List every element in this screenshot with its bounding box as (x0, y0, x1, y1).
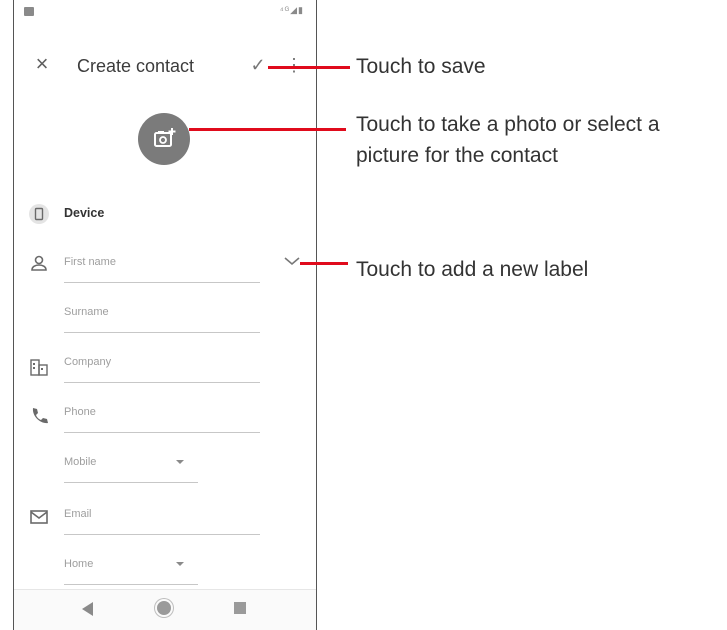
dropdown-arrow-icon (176, 460, 184, 464)
email-icon (30, 510, 48, 524)
company-field[interactable]: Company (64, 348, 260, 383)
photo-callout-line (189, 128, 346, 131)
phone-type-value: Mobile (64, 456, 97, 468)
home-icon[interactable] (157, 601, 171, 615)
phone-type-select[interactable]: Mobile (64, 448, 198, 483)
email-type-select[interactable]: Home (64, 550, 198, 585)
email-type-value: Home (64, 558, 94, 570)
more-options-icon[interactable]: ⋮ (284, 53, 304, 77)
dropdown-arrow-icon (176, 562, 184, 566)
page-title: Create contact (77, 56, 195, 76)
photo-callout-text-line2: picture for the contact (356, 144, 558, 167)
surname-field[interactable]: Surname (64, 298, 260, 333)
email-placeholder: Email (64, 508, 92, 520)
first-name-placeholder: First name (64, 256, 116, 268)
company-placeholder: Company (64, 356, 112, 368)
expand-name-chevron-icon[interactable] (282, 253, 302, 269)
gallery-notification-icon (24, 7, 34, 16)
add-photo-icon (154, 128, 176, 147)
status-bar: ⁴ᴳ◢▮ (14, 0, 316, 26)
back-icon[interactable] (82, 602, 93, 616)
device-icon (29, 204, 49, 224)
navigation-bar (14, 589, 316, 630)
add-photo-button[interactable] (138, 113, 190, 165)
phone-field[interactable]: Phone (64, 398, 260, 433)
recents-icon[interactable] (234, 602, 246, 614)
photo-callout-text-line1: Touch to take a photo or select a (356, 113, 660, 136)
phone-screen: ⁴ᴳ◢▮ × Create contact ✓ ⋮ Device First n… (13, 0, 317, 630)
person-icon (31, 255, 47, 271)
first-name-field[interactable]: First name (64, 248, 260, 283)
save-callout-line (268, 66, 350, 69)
label-callout-line (300, 262, 348, 265)
save-check-icon[interactable]: ✓ (246, 53, 270, 77)
phone-placeholder: Phone (64, 406, 96, 418)
phone-icon (32, 408, 48, 424)
label-callout-text: Touch to add a new label (356, 258, 589, 281)
email-field[interactable]: Email (64, 500, 260, 535)
company-icon (30, 359, 48, 376)
account-label: Device (64, 206, 105, 220)
close-icon[interactable]: × (30, 52, 54, 76)
signal-battery-icon: ⁴ᴳ◢▮ (279, 5, 304, 15)
surname-placeholder: Surname (64, 306, 109, 318)
save-callout-text: Touch to save (356, 55, 486, 78)
